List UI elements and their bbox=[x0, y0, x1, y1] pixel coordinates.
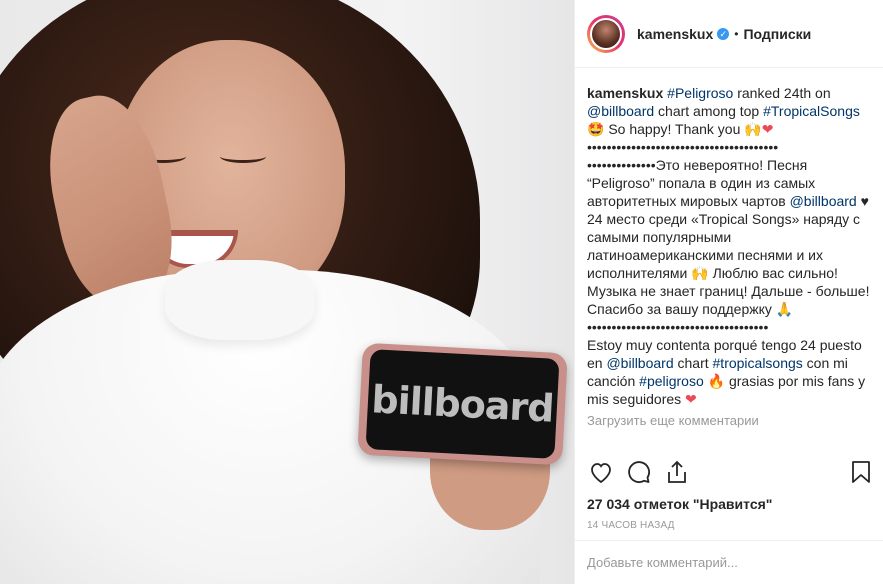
billboard-logo: billboard bbox=[370, 377, 555, 431]
avatar[interactable] bbox=[587, 14, 625, 53]
black-heart-emoji-icon: ♥ bbox=[860, 193, 869, 209]
fire-emoji-icon: 🔥 bbox=[707, 373, 726, 389]
post-photo[interactable]: billboard bbox=[0, 0, 574, 584]
caption-text: ranked 24th on bbox=[733, 85, 831, 101]
hashtag-link[interactable]: #peligroso bbox=[639, 373, 704, 389]
verified-badge-icon: ✓ bbox=[717, 27, 730, 40]
post-caption: kamenskux #Peligroso ranked 24th on @bil… bbox=[587, 84, 872, 454]
post-side-panel: kamenskux ✓ • Подписки kamenskux #Peligr… bbox=[574, 0, 883, 584]
like-button[interactable] bbox=[587, 458, 615, 486]
post-header: kamenskux ✓ • Подписки bbox=[575, 0, 883, 68]
hashtag-link[interactable]: #tropicalsongs bbox=[713, 355, 803, 371]
hashtag-link[interactable]: #Peligroso bbox=[667, 85, 733, 101]
mention-link[interactable]: @billboard bbox=[587, 103, 654, 119]
caption-text: ••••••••••••••Это невероятно! Песня “Pel… bbox=[587, 157, 816, 209]
caption-author-link[interactable]: kamenskux bbox=[587, 85, 663, 101]
heart-emoji-icon: ❤ bbox=[685, 391, 697, 407]
caption-text: So happy! Thank you bbox=[604, 121, 745, 137]
photo-eye-right bbox=[220, 150, 266, 163]
caption-text: chart among top bbox=[654, 103, 764, 119]
post-timestamp[interactable]: 14 ЧАСОВ НАЗАД bbox=[587, 520, 675, 531]
caption-ru: ••••••••••••••Это невероятно! Песня “Pel… bbox=[587, 156, 872, 336]
star-eyes-emoji-icon: 🤩 bbox=[587, 121, 605, 137]
username-link[interactable]: kamenskux bbox=[637, 26, 713, 42]
caption-dots: ••••••••••••••••••••••••••••••••••••• bbox=[587, 319, 769, 335]
hashtag-link[interactable]: #TropicalSongs bbox=[763, 103, 860, 119]
separator-dot: • bbox=[734, 26, 739, 41]
heart-emoji-icon: ❤ bbox=[761, 121, 774, 137]
caption-dots: ••••••••••••••••••••••••••••••••••••••• bbox=[587, 139, 779, 155]
comment-button[interactable] bbox=[625, 458, 653, 486]
likes-count[interactable]: 27 034 отметок "Нравится" bbox=[587, 496, 772, 512]
save-button[interactable] bbox=[847, 458, 875, 486]
photo-phone-screen: billboard bbox=[365, 349, 560, 459]
comment-icon bbox=[628, 461, 650, 483]
share-button[interactable] bbox=[663, 458, 691, 486]
caption-text: chart bbox=[673, 355, 713, 371]
mention-link[interactable]: @billboard bbox=[790, 193, 857, 209]
raised-hands-emoji-icon: 🙌 bbox=[691, 265, 709, 281]
post-actions bbox=[587, 458, 872, 488]
raised-hands-emoji-icon: 🙌 bbox=[744, 121, 762, 137]
caption-es: Estoy muy contenta porqué tengo 24 puest… bbox=[587, 336, 872, 408]
following-button[interactable]: Подписки bbox=[743, 26, 811, 42]
mention-link[interactable]: @billboard bbox=[606, 355, 673, 371]
photo-turtleneck bbox=[165, 260, 315, 340]
photo-phone: billboard bbox=[357, 342, 568, 466]
bookmark-icon bbox=[852, 461, 870, 483]
praying-hands-emoji-icon: 🙏 bbox=[775, 301, 794, 317]
caption-en: kamenskux #Peligroso ranked 24th on @bil… bbox=[587, 84, 872, 138]
load-more-comments-link[interactable]: Загрузить еще комментарии bbox=[587, 412, 872, 430]
share-icon bbox=[668, 460, 686, 483]
comment-input[interactable]: Добавьте комментарий... bbox=[575, 540, 883, 584]
avatar-image bbox=[590, 17, 622, 50]
heart-outline-icon bbox=[591, 463, 611, 483]
